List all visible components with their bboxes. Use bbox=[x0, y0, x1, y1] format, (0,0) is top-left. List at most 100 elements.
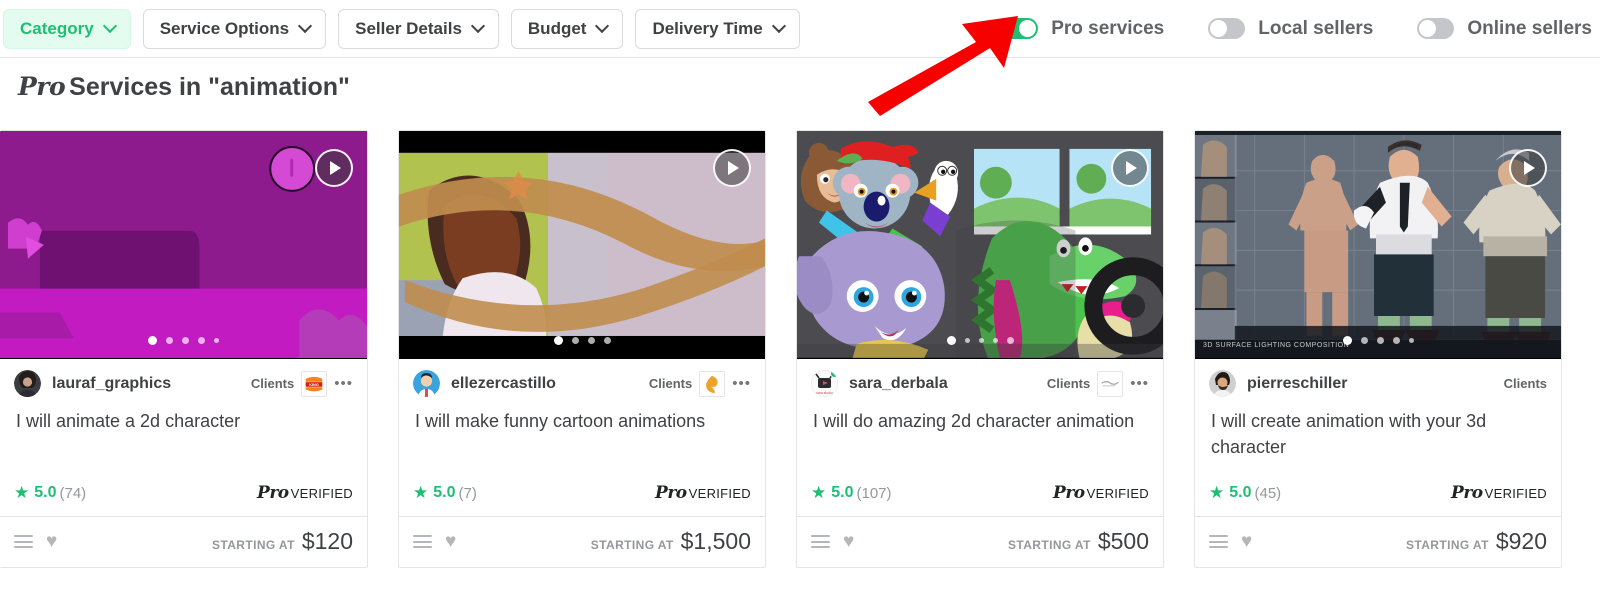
carousel-dot-active[interactable] bbox=[946, 336, 956, 345]
more-options-icon[interactable]: ••• bbox=[1130, 376, 1149, 391]
burger-king-logo: KING bbox=[301, 370, 328, 397]
chevron-down-icon bbox=[473, 21, 484, 32]
avatar[interactable] bbox=[1209, 370, 1236, 397]
carousel-dot[interactable] bbox=[964, 338, 970, 343]
favorite-heart-icon[interactable]: ♥ bbox=[445, 532, 456, 551]
rating-score: 5.0 bbox=[1229, 484, 1252, 501]
carousel-dots[interactable] bbox=[797, 336, 1163, 345]
gig-title[interactable]: I will make funny cartoon animations bbox=[399, 403, 765, 477]
play-button-icon[interactable] bbox=[315, 149, 353, 187]
star-icon: ★ bbox=[811, 483, 827, 502]
gig-card[interactable]: sara studio sara_derbala Clients ••• I w… bbox=[796, 130, 1164, 568]
rating-score: 5.0 bbox=[831, 484, 854, 501]
favorite-heart-icon[interactable]: ♥ bbox=[843, 532, 854, 551]
rating-row: ★ 5.0 (74) Pro VERIFIED bbox=[0, 477, 367, 517]
carousel-dot[interactable] bbox=[571, 337, 579, 344]
toggle-pro-services-switch[interactable] bbox=[1001, 18, 1039, 39]
carousel-dot[interactable] bbox=[1408, 338, 1414, 343]
gig-card[interactable]: 3D SURFACE LIGHTING COMPOSITION pierresc… bbox=[1194, 130, 1562, 568]
price-value: $500 bbox=[1097, 528, 1149, 554]
filter-button-budget[interactable]: Budget bbox=[510, 8, 624, 49]
seller-name[interactable]: sara_derbala bbox=[849, 375, 948, 393]
pro-verified-badge: Pro VERIFIED bbox=[1451, 483, 1547, 503]
carousel-dot-active[interactable] bbox=[1342, 336, 1352, 345]
toggle-group: Pro services Local sellers Online seller… bbox=[957, 18, 1600, 40]
gig-card[interactable]: ellezercastillo Clients ••• I will make … bbox=[398, 130, 766, 568]
more-options-icon[interactable]: ••• bbox=[732, 376, 751, 391]
gig-thumbnail[interactable] bbox=[797, 131, 1163, 359]
seller-name[interactable]: ellezercastillo bbox=[451, 375, 556, 393]
carousel-dot[interactable] bbox=[992, 338, 998, 343]
pro-verified-pro-text: Pro bbox=[257, 483, 289, 503]
toggle-local-sellers-switch[interactable] bbox=[1208, 18, 1246, 39]
compare-list-icon[interactable] bbox=[413, 535, 432, 548]
page-title-text: Services in "animation" bbox=[69, 73, 350, 101]
filter-button-category[interactable]: Category bbox=[3, 8, 131, 49]
price-group: STARTING AT $920 bbox=[1406, 528, 1547, 555]
compare-list-icon[interactable] bbox=[1209, 535, 1228, 548]
pro-verified-badge: Pro VERIFIED bbox=[1053, 483, 1149, 503]
seller-name[interactable]: lauraf_graphics bbox=[52, 375, 171, 393]
carousel-dots[interactable] bbox=[0, 336, 367, 345]
carousel-dot[interactable] bbox=[182, 337, 189, 344]
carousel-dot[interactable] bbox=[166, 337, 173, 344]
rating-count: (74) bbox=[59, 484, 87, 502]
carousel-dot[interactable] bbox=[587, 337, 595, 344]
avatar[interactable]: sara studio bbox=[811, 370, 838, 397]
carousel-dots[interactable] bbox=[1195, 336, 1561, 345]
clients-label: Clients bbox=[1503, 376, 1547, 391]
avatar[interactable] bbox=[14, 370, 41, 397]
filter-button-delivery-time[interactable]: Delivery Time bbox=[635, 8, 800, 49]
carousel-dot-active[interactable] bbox=[553, 336, 563, 345]
gig-title[interactable]: I will create animation with your 3d cha… bbox=[1195, 403, 1561, 477]
play-button-icon[interactable] bbox=[1111, 149, 1149, 187]
carousel-dot[interactable] bbox=[1360, 337, 1368, 344]
carousel-dot[interactable] bbox=[603, 337, 611, 344]
avatar-image bbox=[1209, 370, 1236, 397]
filter-bar: Category Service Options Seller Details … bbox=[0, 0, 1600, 58]
filter-button-seller-details[interactable]: Seller Details bbox=[338, 8, 499, 49]
carousel-dot[interactable] bbox=[978, 338, 984, 343]
carousel-dot[interactable] bbox=[1376, 337, 1384, 344]
toggle-pro-services[interactable]: Pro services bbox=[1001, 18, 1164, 40]
gig-card[interactable]: lauraf_graphics Clients KING ••• I will … bbox=[0, 130, 368, 568]
more-options-icon[interactable]: ••• bbox=[334, 376, 353, 391]
svg-text:KING: KING bbox=[309, 382, 319, 387]
toggle-online-sellers-switch[interactable] bbox=[1417, 18, 1455, 39]
card-footer: ♥ STARTING AT $500 bbox=[797, 517, 1163, 567]
star-icon: ★ bbox=[14, 483, 30, 502]
star-icon: ★ bbox=[1209, 483, 1225, 502]
gig-title[interactable]: I will do amazing 2d character animation bbox=[797, 403, 1163, 477]
toggle-local-sellers[interactable]: Local sellers bbox=[1208, 18, 1373, 40]
toggle-online-sellers[interactable]: Online sellers bbox=[1417, 18, 1592, 40]
play-button-icon[interactable] bbox=[1509, 149, 1547, 187]
carousel-dot[interactable] bbox=[198, 337, 205, 344]
seller-row: pierreschiller Clients bbox=[1195, 359, 1561, 403]
thumbnail-art-cartoon-animals-car bbox=[797, 131, 1163, 358]
gig-thumbnail[interactable]: 3D SURFACE LIGHTING COMPOSITION bbox=[1195, 131, 1561, 359]
play-button-icon[interactable] bbox=[713, 149, 751, 187]
gig-thumbnail[interactable] bbox=[399, 131, 765, 359]
filter-button-service-options[interactable]: Service Options bbox=[142, 8, 327, 49]
avatar[interactable] bbox=[413, 370, 440, 397]
carousel-dots[interactable] bbox=[399, 336, 765, 345]
clients-label: Clients bbox=[648, 376, 693, 391]
filter-button-budget-label: Budget bbox=[527, 18, 587, 38]
gig-title[interactable]: I will animate a 2d character bbox=[0, 403, 367, 477]
carousel-dot-active[interactable] bbox=[148, 336, 157, 345]
compare-list-icon[interactable] bbox=[14, 535, 33, 548]
starting-at-label: STARTING AT bbox=[590, 538, 674, 552]
thumbnail-art-child-video bbox=[399, 131, 765, 358]
chevron-down-icon bbox=[300, 21, 311, 32]
gig-thumbnail[interactable] bbox=[0, 131, 367, 359]
card-footer: ♥ STARTING AT $920 bbox=[1195, 517, 1561, 567]
price-value: $120 bbox=[301, 528, 353, 554]
favorite-heart-icon[interactable]: ♥ bbox=[1241, 532, 1252, 551]
seller-name[interactable]: pierreschiller bbox=[1247, 375, 1348, 393]
favorite-heart-icon[interactable]: ♥ bbox=[46, 532, 57, 551]
carousel-dot[interactable] bbox=[1006, 337, 1014, 344]
carousel-dot[interactable] bbox=[214, 338, 219, 343]
gig-card-grid: lauraf_graphics Clients KING ••• I will … bbox=[0, 130, 1600, 568]
compare-list-icon[interactable] bbox=[811, 535, 830, 548]
carousel-dot[interactable] bbox=[1392, 337, 1400, 344]
